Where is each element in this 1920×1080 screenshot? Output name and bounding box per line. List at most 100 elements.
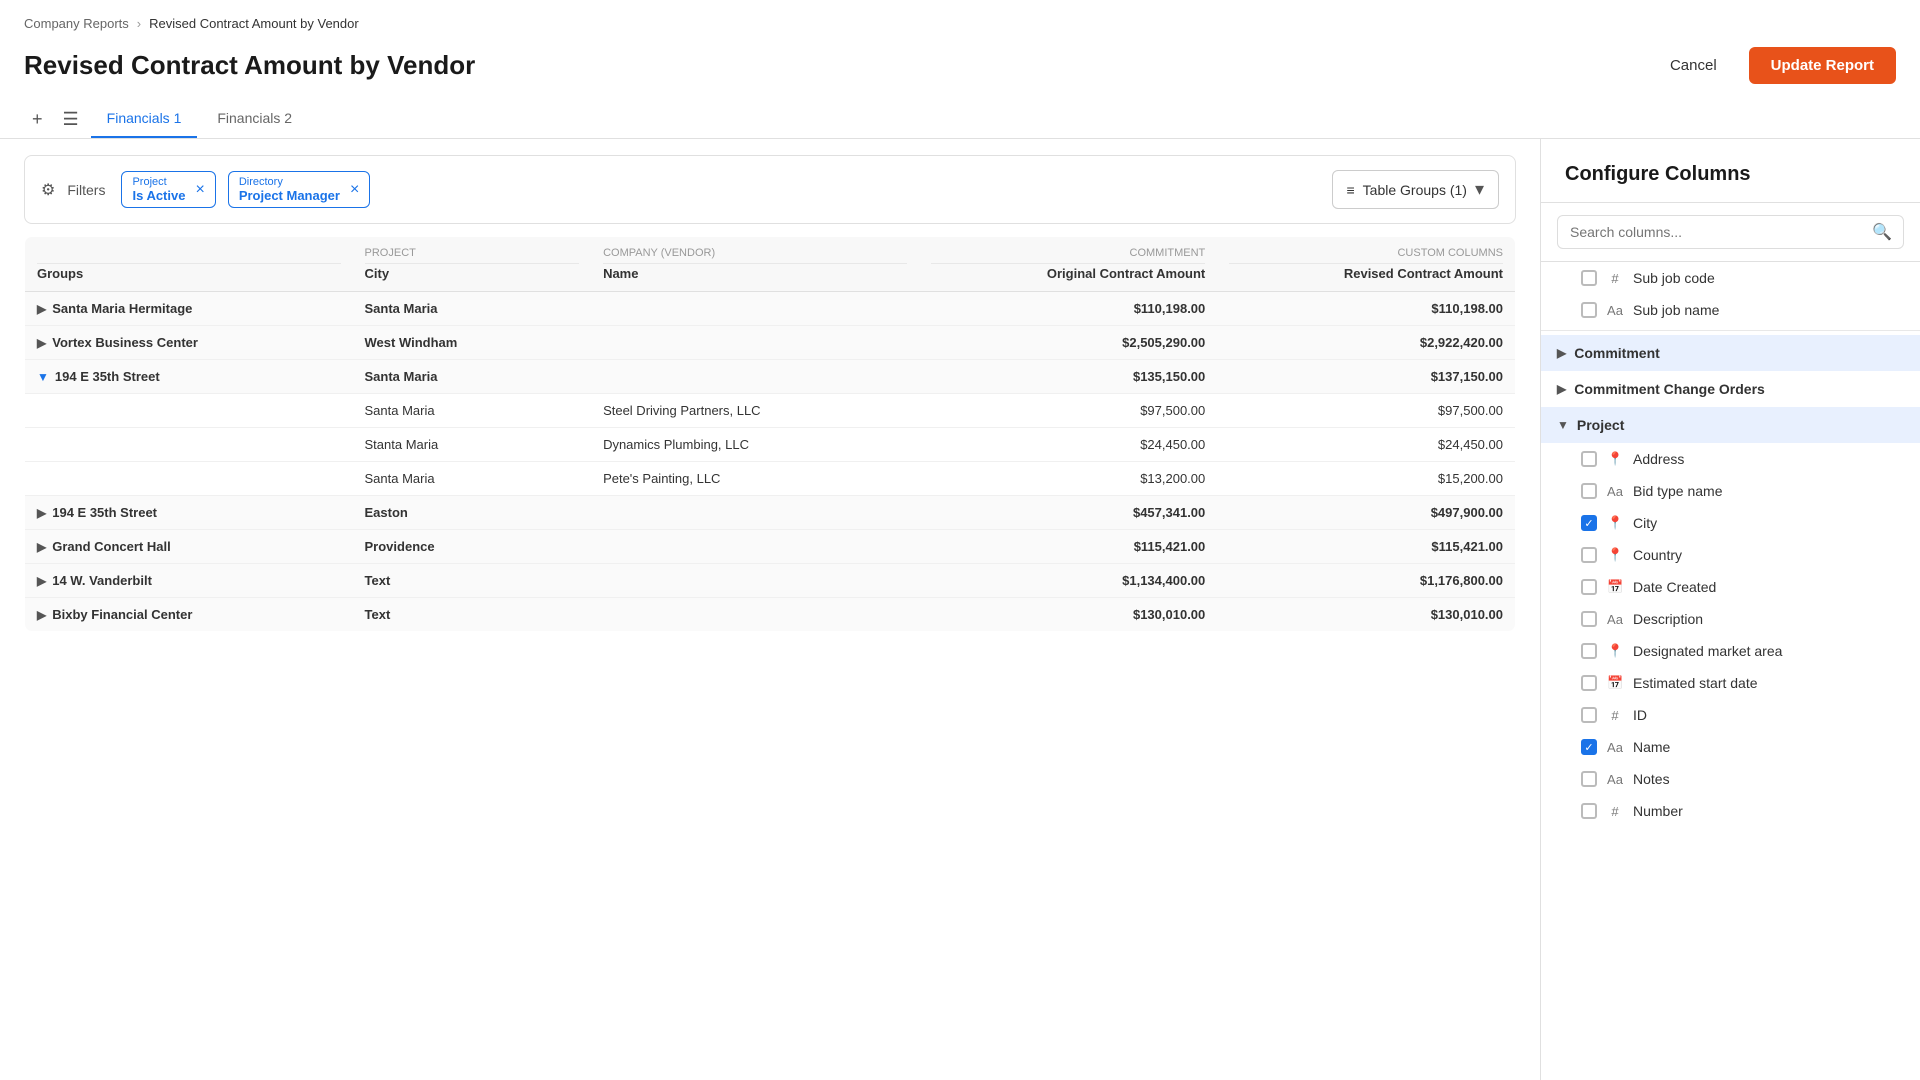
expand-down-icon[interactable]: ▼ xyxy=(37,370,49,384)
table-cell-revised: $2,922,420.00 xyxy=(1217,326,1515,360)
section-label-commitment-co: Commitment Change Orders xyxy=(1574,381,1765,397)
checkbox-date-created[interactable] xyxy=(1581,579,1597,595)
table-cell-revised: $137,150.00 xyxy=(1217,360,1515,394)
config-search-input[interactable] xyxy=(1557,215,1904,249)
table-cell-revised: $130,010.00 xyxy=(1217,598,1515,632)
col-project-sub: City xyxy=(365,266,580,281)
checkbox-city[interactable] xyxy=(1581,515,1597,531)
config-item-notes[interactable]: Aa Notes xyxy=(1541,763,1920,795)
col-groups-sub: Groups xyxy=(37,266,341,281)
section-header-commitment[interactable]: ▶ Commitment xyxy=(1541,335,1920,371)
config-search-container: 🔍 xyxy=(1541,203,1920,262)
checkbox-sjn[interactable] xyxy=(1581,302,1597,318)
icon-bid-type: Aa xyxy=(1607,484,1623,499)
icon-est-start: 📅 xyxy=(1607,675,1623,691)
config-item-bid-type[interactable]: Aa Bid type name xyxy=(1541,475,1920,507)
table-cell-original: $13,200.00 xyxy=(919,462,1217,496)
config-item-description[interactable]: Aa Description xyxy=(1541,603,1920,635)
checkbox-number[interactable] xyxy=(1581,803,1597,819)
config-item-country[interactable]: 📍 Country xyxy=(1541,539,1920,571)
config-item-name[interactable]: Aa Name xyxy=(1541,731,1920,763)
table-cell-city: Santa Maria xyxy=(353,360,592,394)
config-item-city[interactable]: 📍 City xyxy=(1541,507,1920,539)
config-item-sjc[interactable]: # Sub job code xyxy=(1541,262,1920,294)
filter-tag-directory-close[interactable]: × xyxy=(350,181,359,199)
col-custom-label: Custom Columns xyxy=(1229,247,1503,264)
table-cell-city: Text xyxy=(353,564,592,598)
add-tab-button[interactable]: + xyxy=(24,101,51,138)
config-item-date-created[interactable]: 📅 Date Created xyxy=(1541,571,1920,603)
icon-date-created: 📅 xyxy=(1607,579,1623,595)
table-groups-label: Table Groups (1) xyxy=(1363,182,1467,198)
label-dma: Designated market area xyxy=(1633,643,1782,659)
breadcrumb: Company Reports › Revised Contract Amoun… xyxy=(0,0,1920,39)
checkbox-notes[interactable] xyxy=(1581,771,1597,787)
table-cell-city: Santa Maria xyxy=(353,462,592,496)
chevron-down-icon-project: ▼ xyxy=(1557,418,1569,432)
label-id: ID xyxy=(1633,707,1647,723)
section-header-commitment-co[interactable]: ▶ Commitment Change Orders xyxy=(1541,371,1920,407)
filter-icon: ⚙ xyxy=(41,180,55,200)
expand-right-icon[interactable]: ▶ xyxy=(37,336,46,350)
table-cell-vendor: Steel Driving Partners, LLC xyxy=(591,394,919,428)
filter-tag-project-active[interactable]: Project Is Active × xyxy=(121,171,215,208)
filter-tag-project-top: Project xyxy=(132,176,185,188)
config-item-est-start[interactable]: 📅 Estimated start date xyxy=(1541,667,1920,699)
table-cell-original: $2,505,290.00 xyxy=(919,326,1217,360)
tab-menu-button[interactable]: ☰ xyxy=(55,101,87,138)
table-cell-vendor xyxy=(591,496,919,530)
label-name: Name xyxy=(1633,739,1670,755)
page-header: Revised Contract Amount by Vendor Cancel… xyxy=(0,39,1920,100)
update-report-button[interactable]: Update Report xyxy=(1749,47,1896,84)
config-item-number[interactable]: # Number xyxy=(1541,795,1920,827)
config-item-address[interactable]: 📍 Address xyxy=(1541,443,1920,475)
config-columns-list: # Sub job code Aa Sub job name ▶ Commitm… xyxy=(1541,262,1920,1080)
table-cell-vendor xyxy=(591,326,919,360)
col-custom-sub: Revised Contract Amount xyxy=(1229,266,1503,281)
checkbox-name[interactable] xyxy=(1581,739,1597,755)
table-cell-name: ▶Bixby Financial Center xyxy=(25,598,353,632)
table-cell-revised: $15,200.00 xyxy=(1217,462,1515,496)
checkbox-id[interactable] xyxy=(1581,707,1597,723)
icon-notes: Aa xyxy=(1607,772,1623,787)
table-cell-original: $135,150.00 xyxy=(919,360,1217,394)
breadcrumb-parent[interactable]: Company Reports xyxy=(24,16,129,31)
config-item-dma[interactable]: 📍 Designated market area xyxy=(1541,635,1920,667)
expand-right-icon[interactable]: ▶ xyxy=(37,540,46,554)
filter-tag-directory-pm[interactable]: Directory Project Manager × xyxy=(228,171,371,208)
breadcrumb-current: Revised Contract Amount by Vendor xyxy=(149,16,359,31)
expand-right-icon[interactable]: ▶ xyxy=(37,608,46,622)
checkbox-sjc[interactable] xyxy=(1581,270,1597,286)
table-cell-city: West Windham xyxy=(353,326,592,360)
table-cell-original: $97,500.00 xyxy=(919,394,1217,428)
section-label-project: Project xyxy=(1577,417,1624,433)
filter-tag-project-bottom: Is Active xyxy=(132,188,185,203)
table-cell-original: $457,341.00 xyxy=(919,496,1217,530)
filter-tag-project-close[interactable]: × xyxy=(195,181,204,199)
label-number: Number xyxy=(1633,803,1683,819)
table-cell-vendor xyxy=(591,530,919,564)
expand-right-icon[interactable]: ▶ xyxy=(37,302,46,316)
table-cell-revised: $110,198.00 xyxy=(1217,292,1515,326)
expand-right-icon[interactable]: ▶ xyxy=(37,506,46,520)
icon-id: # xyxy=(1607,708,1623,723)
col-commitment-sub: Original Contract Amount xyxy=(931,266,1205,281)
checkbox-description[interactable] xyxy=(1581,611,1597,627)
icon-name: Aa xyxy=(1607,740,1623,755)
checkbox-bid-type[interactable] xyxy=(1581,483,1597,499)
config-item-id[interactable]: # ID xyxy=(1541,699,1920,731)
cancel-button[interactable]: Cancel xyxy=(1654,49,1733,82)
tab-financials-2[interactable]: Financials 2 xyxy=(201,100,308,138)
chevron-right-icon-co: ▶ xyxy=(1557,382,1566,396)
checkbox-country[interactable] xyxy=(1581,547,1597,563)
col-commitment-label: Commitment xyxy=(931,247,1205,264)
config-item-sjn[interactable]: Aa Sub job name xyxy=(1541,294,1920,326)
table-groups-button[interactable]: ≡ Table Groups (1) ▾ xyxy=(1332,170,1500,209)
checkbox-est-start[interactable] xyxy=(1581,675,1597,691)
checkbox-dma[interactable] xyxy=(1581,643,1597,659)
section-header-project[interactable]: ▼ Project xyxy=(1541,407,1920,443)
expand-right-icon[interactable]: ▶ xyxy=(37,574,46,588)
tab-financials-1[interactable]: Financials 1 xyxy=(91,100,198,138)
checkbox-address[interactable] xyxy=(1581,451,1597,467)
label-city: City xyxy=(1633,515,1657,531)
